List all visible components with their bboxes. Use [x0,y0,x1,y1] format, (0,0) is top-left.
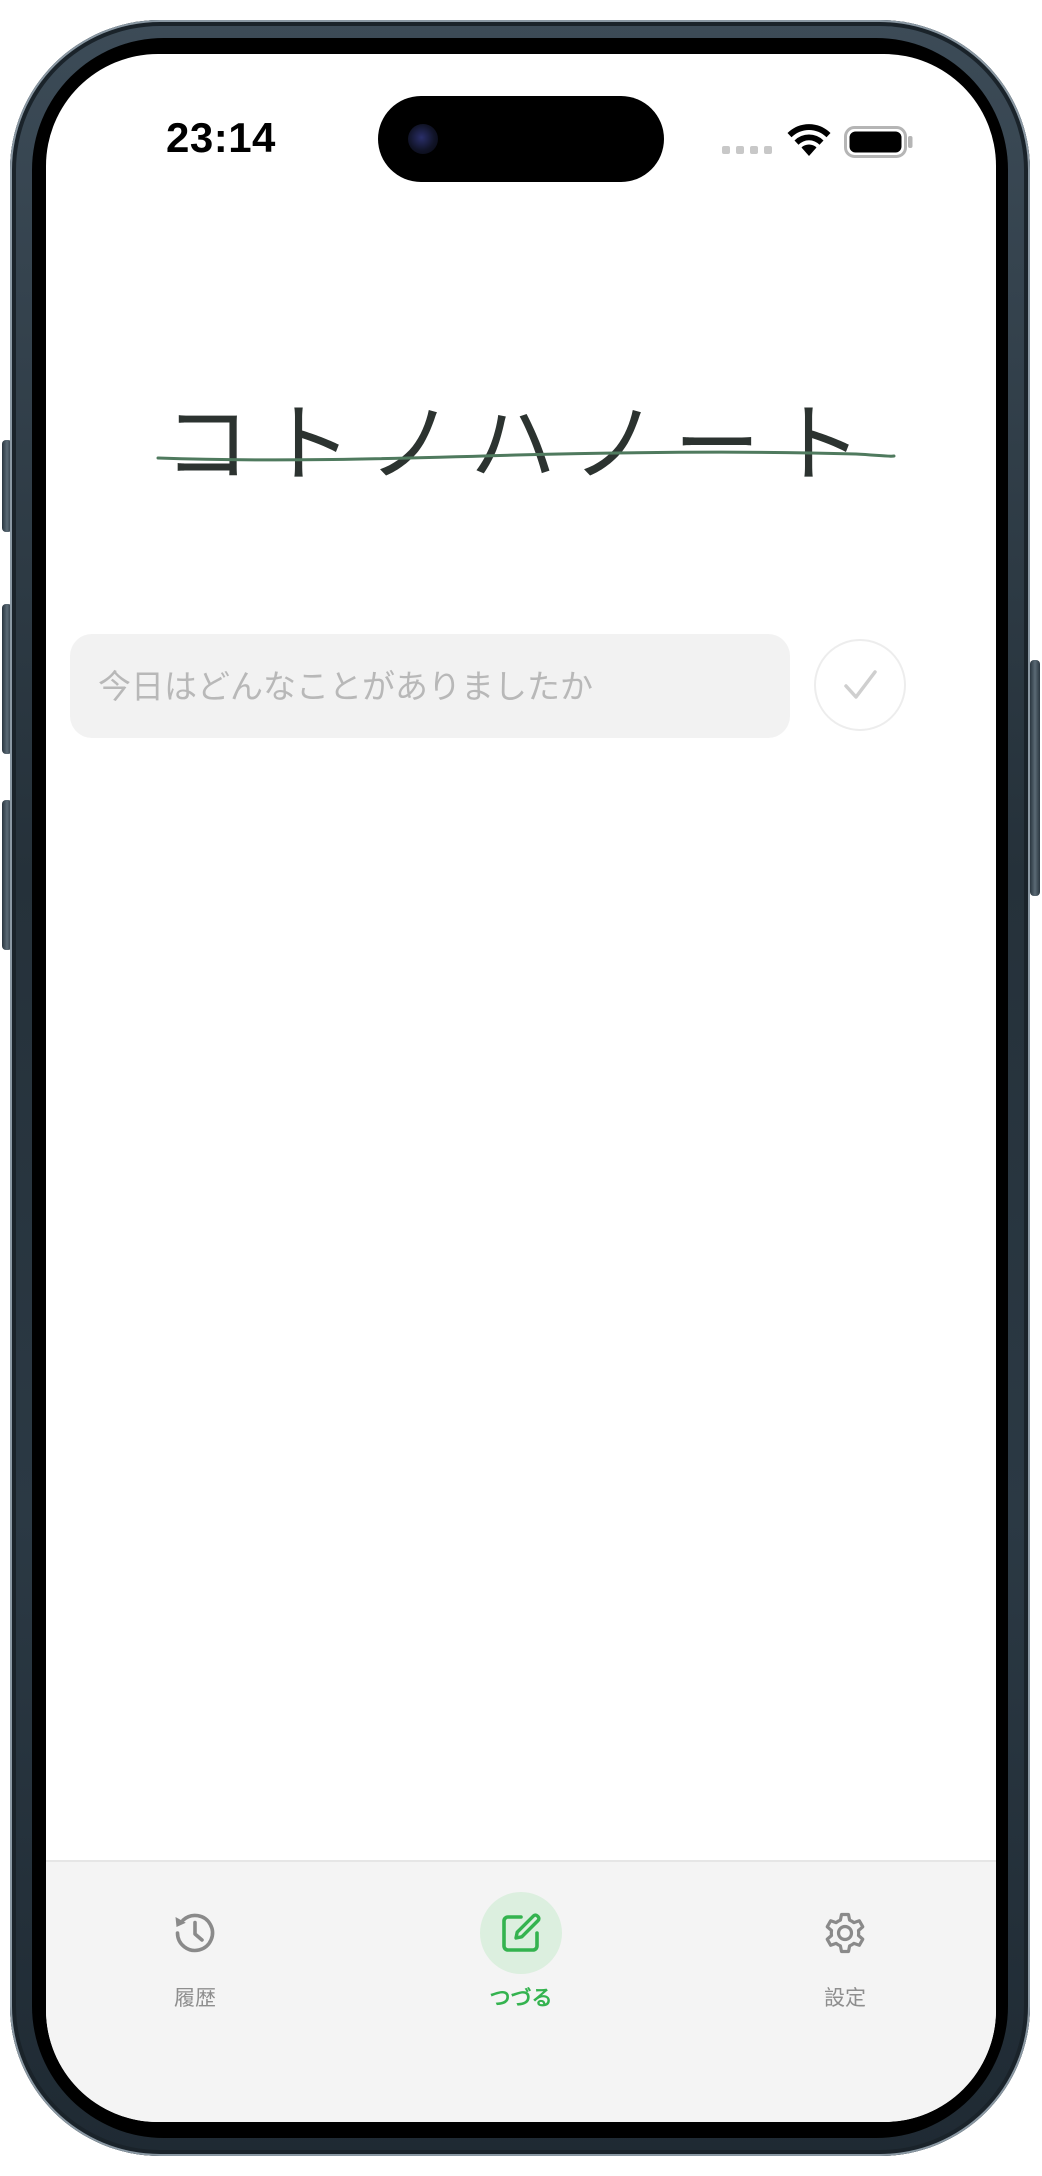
tab-compose-icon-wrap [480,1892,562,1974]
compose-icon [502,1913,541,1952]
gear-icon [825,1912,865,1954]
entry-input[interactable] [70,634,790,738]
tab-history-icon-wrap [154,1892,236,1974]
tab-compose[interactable]: つづる [451,1892,591,2022]
tab-settings[interactable]: 設定 [775,1892,915,2022]
tab-bar: 履歴 つづる 設定 [46,1860,996,2122]
tab-history-label: 履歴 [174,1986,216,2010]
cellular-signal-icon [722,146,772,154]
app-title: コトノハノート [164,395,878,495]
tab-compose-label: つづる [489,1986,553,2010]
tab-settings-label: 設定 [824,1986,866,2010]
submit-button[interactable] [814,639,906,731]
status-time: 23:14 [166,114,276,161]
dynamic-island [378,96,664,182]
device-mockup: 23:14 コトノハノート 今日はどんなことがありましたか 履歴 つづる 設定 [0,0,1042,2176]
front-camera [408,124,438,154]
title-underline [156,450,896,462]
checkmark-icon [844,670,877,699]
app-screen: 23:14 コトノハノート 今日はどんなことがありましたか 履歴 つづる 設定 [46,54,996,2122]
battery-icon [844,126,913,158]
tab-history[interactable]: 履歴 [125,1892,265,2022]
power-button [1030,660,1040,896]
history-icon [175,1913,215,1953]
tab-settings-icon-wrap [804,1892,886,1974]
wifi-icon [787,124,831,156]
